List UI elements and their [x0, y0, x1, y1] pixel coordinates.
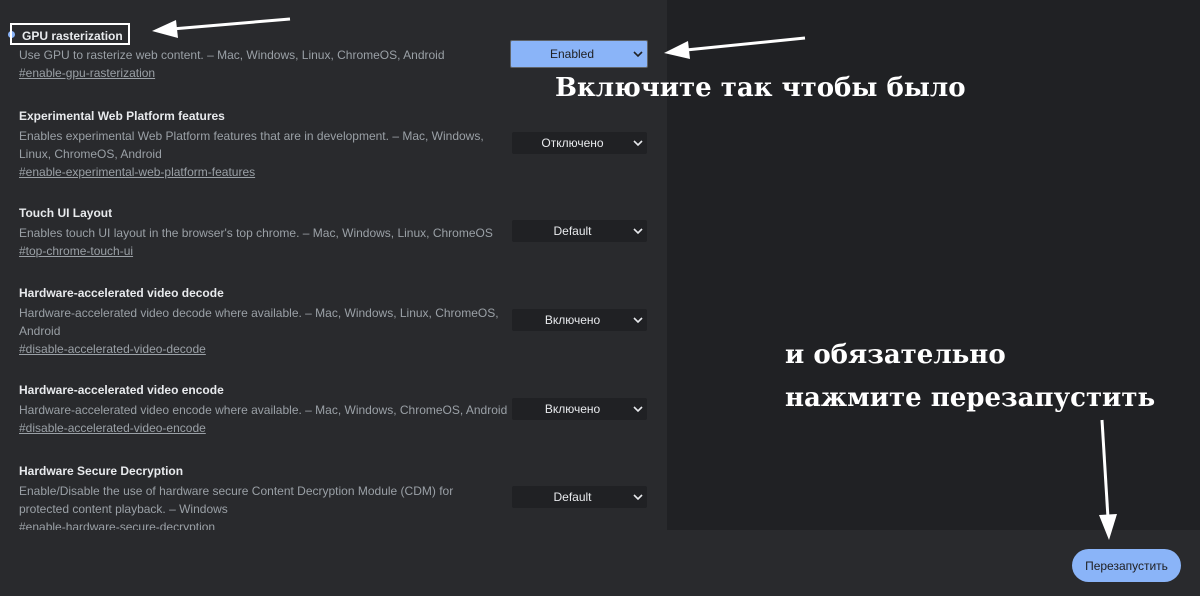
flag-select-experimental-web-platform[interactable]: Отключено — [512, 132, 647, 154]
chevron-down-icon — [633, 406, 643, 413]
chevron-down-icon — [633, 494, 643, 501]
select-value: Включено — [544, 402, 601, 416]
flag-select-hw-video-decode[interactable]: Включено — [512, 309, 647, 331]
relaunch-bar — [0, 530, 1200, 596]
annotation-relaunch-line1: и обязательно — [785, 340, 1006, 370]
flag-anchor-link[interactable]: #disable-accelerated-video-encode — [19, 419, 206, 437]
flag-select-touch-ui-layout[interactable]: Default — [512, 220, 647, 242]
flag-title: Hardware-accelerated video decode — [19, 286, 224, 300]
select-value: Enabled — [549, 47, 595, 61]
flag-title: Experimental Web Platform features — [19, 109, 225, 123]
chevron-down-icon — [633, 317, 643, 324]
flag-anchor-link[interactable]: #enable-gpu-rasterization — [19, 64, 155, 82]
flag-title: Touch UI Layout — [19, 206, 113, 220]
flag-title: Hardware Secure Decryption — [19, 464, 184, 478]
select-value: Default — [553, 224, 592, 238]
flag-description: Enables touch UI layout in the browser's… — [19, 226, 493, 240]
flag-title: Hardware-accelerated video encode — [19, 383, 224, 397]
select-value: Отключено — [541, 136, 604, 150]
chevron-down-icon — [633, 140, 643, 147]
flag-select-hw-secure-decryption[interactable]: Default — [512, 486, 647, 508]
flag-description: Enable/Disable the use of hardware secur… — [19, 484, 454, 516]
flag-description: Hardware-accelerated video encode where … — [19, 403, 508, 417]
annotation-enable-hint: Включите так чтобы было — [555, 73, 966, 103]
flag-description: Hardware-accelerated video decode where … — [19, 306, 499, 338]
flag-anchor-link[interactable]: #top-chrome-touch-ui — [19, 242, 133, 260]
flag-select-gpu-rasterization[interactable]: Enabled — [510, 40, 648, 68]
select-value: Включено — [544, 313, 601, 327]
flag-description: Enables experimental Web Platform featur… — [19, 129, 484, 161]
relaunch-button[interactable]: Перезапустить — [1072, 549, 1181, 582]
flag-anchor-link[interactable]: #enable-experimental-web-platform-featur… — [19, 163, 255, 181]
flag-anchor-link[interactable]: #disable-accelerated-video-decode — [19, 340, 206, 358]
flag-anchor-link[interactable]: #enable-hardware-secure-decryption — [19, 518, 215, 530]
annotation-relaunch-line2: нажмите перезапустить — [785, 383, 1156, 413]
select-value: Default — [553, 490, 592, 504]
flag-select-hw-video-encode[interactable]: Включено — [512, 398, 647, 420]
chevron-down-icon — [633, 228, 643, 235]
chevron-down-icon — [633, 51, 643, 58]
flag-description: Use GPU to rasterize web content. – Mac,… — [19, 48, 445, 62]
